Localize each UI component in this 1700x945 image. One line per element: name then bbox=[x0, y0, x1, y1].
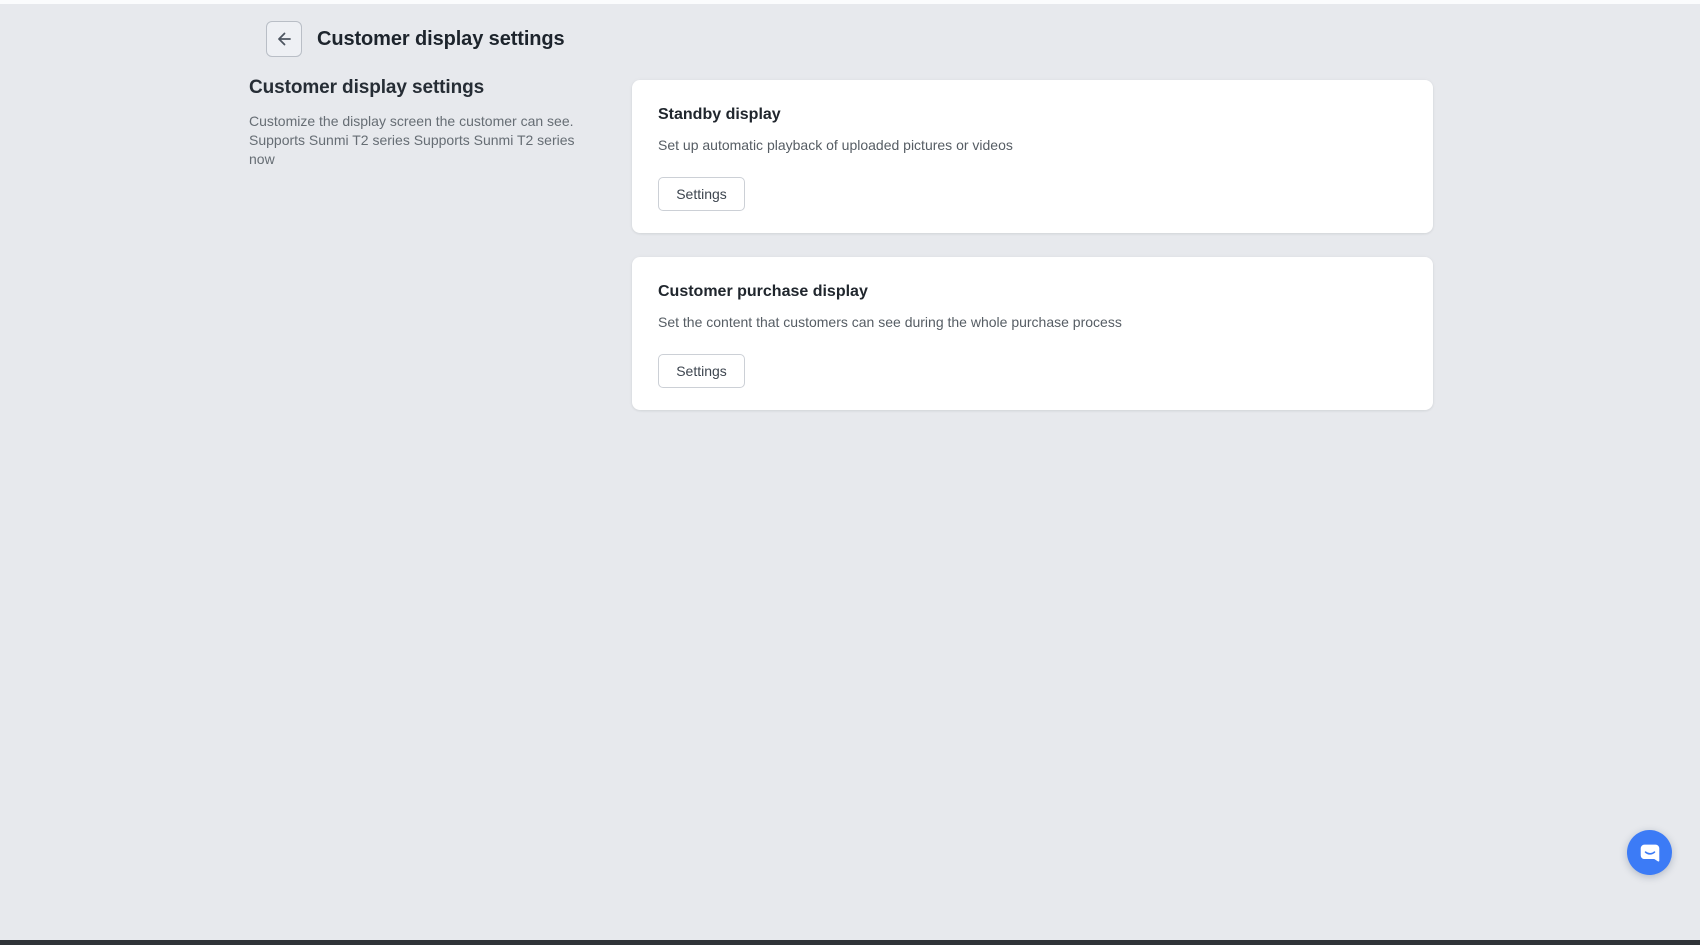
settings-cards: Standby display Set up automatic playbac… bbox=[632, 80, 1433, 410]
customer-purchase-display-card: Customer purchase display Set the conten… bbox=[632, 257, 1433, 410]
standby-display-settings-button[interactable]: Settings bbox=[658, 177, 745, 211]
page-header: Customer display settings bbox=[266, 21, 565, 57]
bottom-edge-bar bbox=[0, 940, 1700, 945]
customer-purchase-display-settings-button[interactable]: Settings bbox=[658, 354, 745, 388]
top-strip bbox=[0, 0, 1700, 4]
customer-purchase-display-title: Customer purchase display bbox=[658, 283, 1407, 301]
annotated-section: Customer display settings Customize the … bbox=[249, 77, 587, 169]
standby-display-card: Standby display Set up automatic playbac… bbox=[632, 80, 1433, 233]
customer-purchase-display-description: Set the content that customers can see d… bbox=[658, 313, 1407, 331]
page-title: Customer display settings bbox=[317, 28, 565, 51]
standby-display-description: Set up automatic playback of uploaded pi… bbox=[658, 136, 1407, 154]
chat-launcher-button[interactable] bbox=[1627, 830, 1672, 875]
chat-bubble-smile-icon bbox=[1637, 840, 1663, 866]
back-button[interactable] bbox=[266, 21, 302, 57]
standby-display-title: Standby display bbox=[658, 106, 1407, 124]
arrow-left-icon bbox=[274, 29, 294, 49]
section-description: Customize the display screen the custome… bbox=[249, 112, 587, 169]
section-heading: Customer display settings bbox=[249, 77, 587, 99]
